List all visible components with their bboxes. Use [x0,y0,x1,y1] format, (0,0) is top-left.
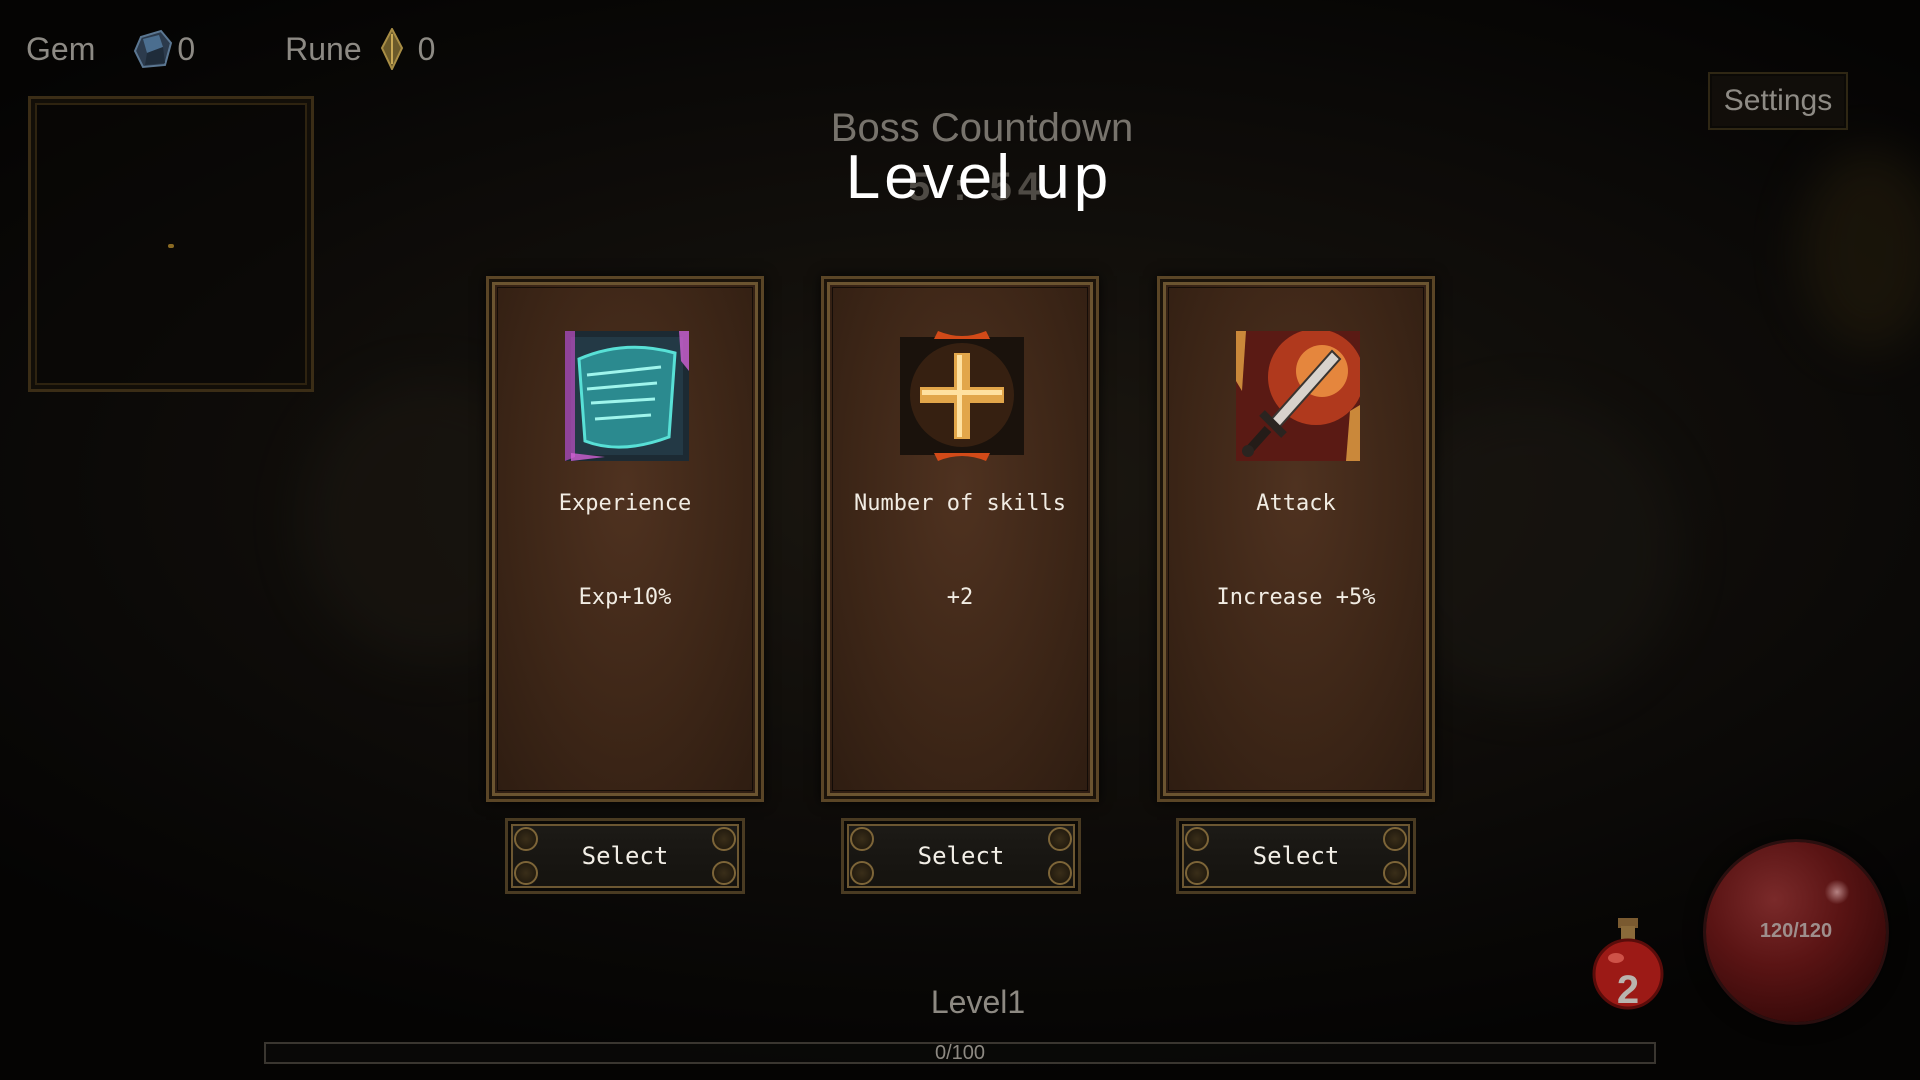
button-corner-ornament [1185,861,1209,885]
xp-bar: 0/100 [264,1042,1656,1064]
button-corner-ornament [712,827,736,851]
rune-count: 0 [417,30,436,67]
button-corner-ornament [1383,861,1407,885]
button-corner-ornament [514,861,538,885]
experience-scroll-icon [565,331,689,461]
rune-icon [380,28,403,70]
level-up-title: Level up [845,143,1113,212]
button-corner-ornament [850,827,874,851]
hp-orb-highlight [1824,880,1850,904]
potion-count: 2 [1616,968,1640,1012]
button-corner-ornament [1048,827,1072,851]
gem-icon [134,29,173,69]
rune-label: Rune [285,30,362,67]
select-button-skills[interactable]: Select [841,818,1081,894]
currency-bar: Gem 0 Rune 0 [26,24,435,74]
health-potion-button[interactable]: 2 [1590,914,1666,1014]
upgrade-card-attack[interactable]: Attack Increase +5% [1157,276,1435,802]
hp-orb: 120/120 [1706,842,1886,1022]
card-description: +2 [946,585,974,610]
game-screen: Gem 0 Rune 0 Settings Boss Countdown 5 :… [0,0,1920,1080]
button-corner-ornament [514,827,538,851]
button-corner-ornament [1048,861,1072,885]
select-button-experience[interactable]: Select [505,818,745,894]
button-corner-ornament [1383,827,1407,851]
hp-text: 120/120 [1759,920,1833,942]
sword-attack-icon [1236,331,1360,461]
gem-count: 0 [177,30,196,67]
gem-label: Gem [26,30,96,67]
upgrade-card-experience[interactable]: Experience Exp+10% [486,276,764,802]
select-button-label: Select [917,842,1005,870]
card-description: Increase +5% [1216,585,1376,610]
select-button-label: Select [581,842,669,870]
select-button-attack[interactable]: Select [1176,818,1416,894]
upgrade-card-skills[interactable]: Number of skills +2 [821,276,1099,802]
button-corner-ornament [1185,827,1209,851]
button-corner-ornament [850,861,874,885]
plus-skill-icon [900,331,1024,461]
card-title: Experience [558,491,692,516]
card-description: Exp+10% [578,585,672,610]
minimap-player-marker [168,244,174,248]
xp-text: 0/100 [934,1042,986,1064]
card-title: Number of skills [854,491,1066,516]
select-button-label: Select [1252,842,1340,870]
card-title: Attack [1256,491,1336,516]
button-corner-ornament [712,861,736,885]
